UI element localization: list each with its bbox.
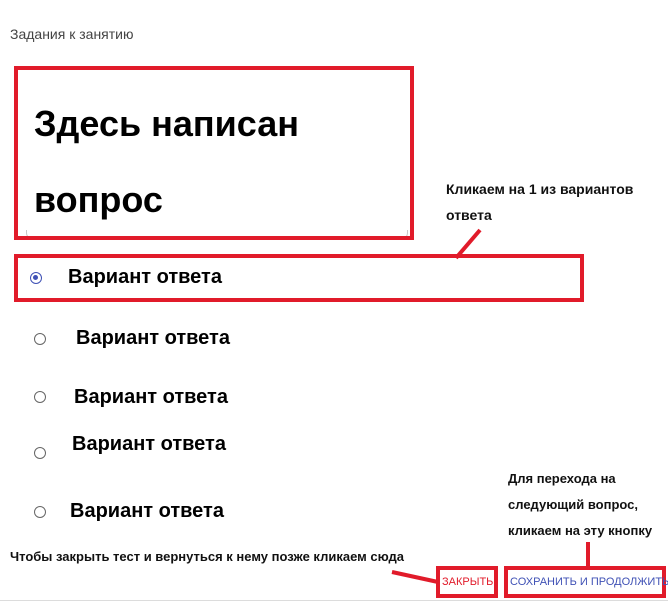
arrow-to-answer: [454, 228, 482, 260]
annotation-arrows: [391, 228, 590, 584]
arrow-to-close-button: [391, 570, 439, 584]
